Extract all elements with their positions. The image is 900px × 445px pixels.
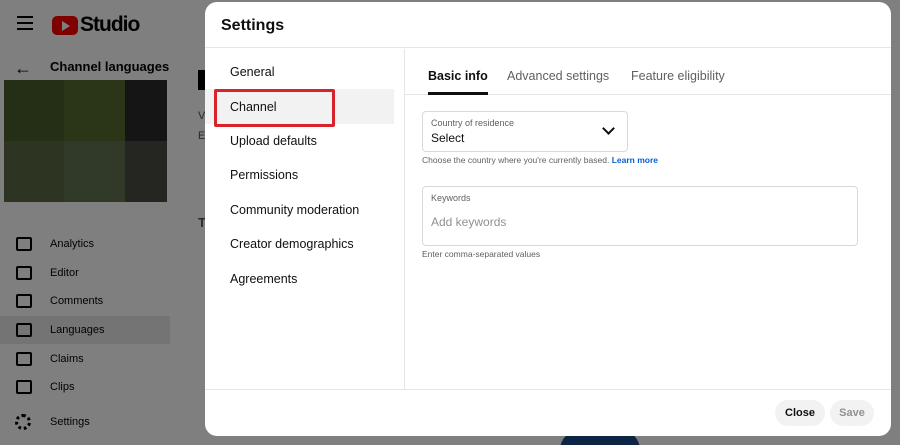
tab-basic-info[interactable]: Basic info [428,69,488,95]
keywords-input[interactable] [431,213,841,231]
settings-content: Basic info Advanced settings Feature eli… [405,49,891,389]
sidebar-item-channel[interactable]: Channel [205,89,394,124]
sidebar-item-community-moderation[interactable]: Community moderation [205,193,404,227]
country-help-text: Choose the country where you're currentl… [422,155,658,165]
dialog-footer: Close Save [205,389,891,436]
dialog-header: Settings [205,2,891,48]
settings-sidebar: General Channel Upload defaults Permissi… [205,49,405,389]
country-help-label: Choose the country where you're currentl… [422,155,610,165]
tab-feature-eligibility[interactable]: Feature eligibility [631,69,725,95]
sidebar-item-creator-demographics[interactable]: Creator demographics [205,227,404,261]
tab-advanced-settings[interactable]: Advanced settings [507,69,609,95]
sidebar-item-general[interactable]: General [205,55,404,89]
chevron-down-icon [602,122,615,135]
close-button[interactable]: Close [775,400,825,426]
learn-more-link[interactable]: Learn more [612,155,658,165]
country-select[interactable]: Country of residence Select [422,111,628,152]
keywords-field[interactable]: Keywords [422,186,858,246]
tab-bar: Basic info Advanced settings Feature eli… [405,49,891,95]
sidebar-item-upload-defaults[interactable]: Upload defaults [205,124,404,158]
dialog-title: Settings [221,17,285,34]
settings-dialog: Settings General Channel Upload defaults… [205,2,891,436]
sidebar-item-agreements[interactable]: Agreements [205,261,404,295]
keywords-label: Keywords [431,193,471,203]
save-button[interactable]: Save [830,400,874,426]
sidebar-item-permissions[interactable]: Permissions [205,158,404,192]
keywords-help-text: Enter comma-separated values [422,249,541,259]
country-value: Select [431,131,465,145]
country-label: Country of residence [431,118,515,128]
